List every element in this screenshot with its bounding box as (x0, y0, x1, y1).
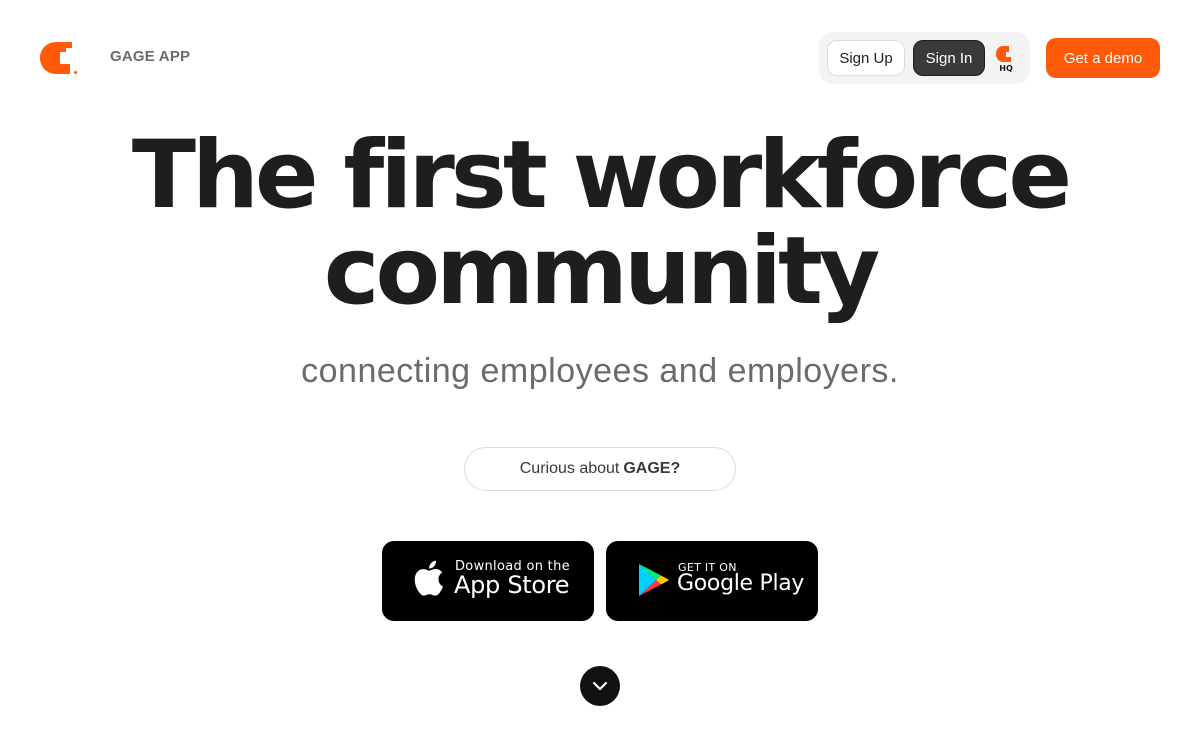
curious-about-gage-button[interactable]: Curious about GAGE? (464, 447, 736, 491)
scroll-down-button[interactable] (580, 666, 620, 706)
sign-up-button[interactable]: Sign Up (827, 40, 905, 76)
hero-title-line-2: community (323, 217, 880, 326)
site-header: GAGE APP Sign Up Sign In HQ Get a demo (0, 0, 1200, 116)
app-store-button[interactable]: Download on the App Store (382, 541, 594, 621)
curious-prefix: Curious about (519, 460, 620, 477)
gage-hq-icon[interactable]: HQ (995, 44, 1017, 72)
hero-title-line-1: The first workforce (131, 121, 1072, 230)
google-play-big-text: Google Play (677, 571, 805, 596)
apple-icon (414, 560, 443, 596)
get-demo-button[interactable]: Get a demo (1046, 38, 1160, 78)
app-store-big-text: App Store (454, 571, 570, 599)
chevron-down-icon (592, 681, 608, 691)
sign-in-button[interactable]: Sign In (913, 40, 985, 76)
hq-label: HQ (999, 64, 1013, 72)
google-play-icon (639, 564, 669, 596)
brand-name[interactable]: GAGE APP (110, 48, 190, 65)
hero-title: The first workforce community (0, 128, 1200, 320)
auth-group: Sign Up Sign In HQ (819, 32, 1030, 84)
hero-subtitle: connecting employees and employers. (301, 352, 899, 390)
gage-logo-icon[interactable] (40, 42, 78, 74)
google-play-button[interactable]: GET IT ON Google Play (606, 541, 818, 621)
curious-emphasis: GAGE? (623, 460, 681, 477)
